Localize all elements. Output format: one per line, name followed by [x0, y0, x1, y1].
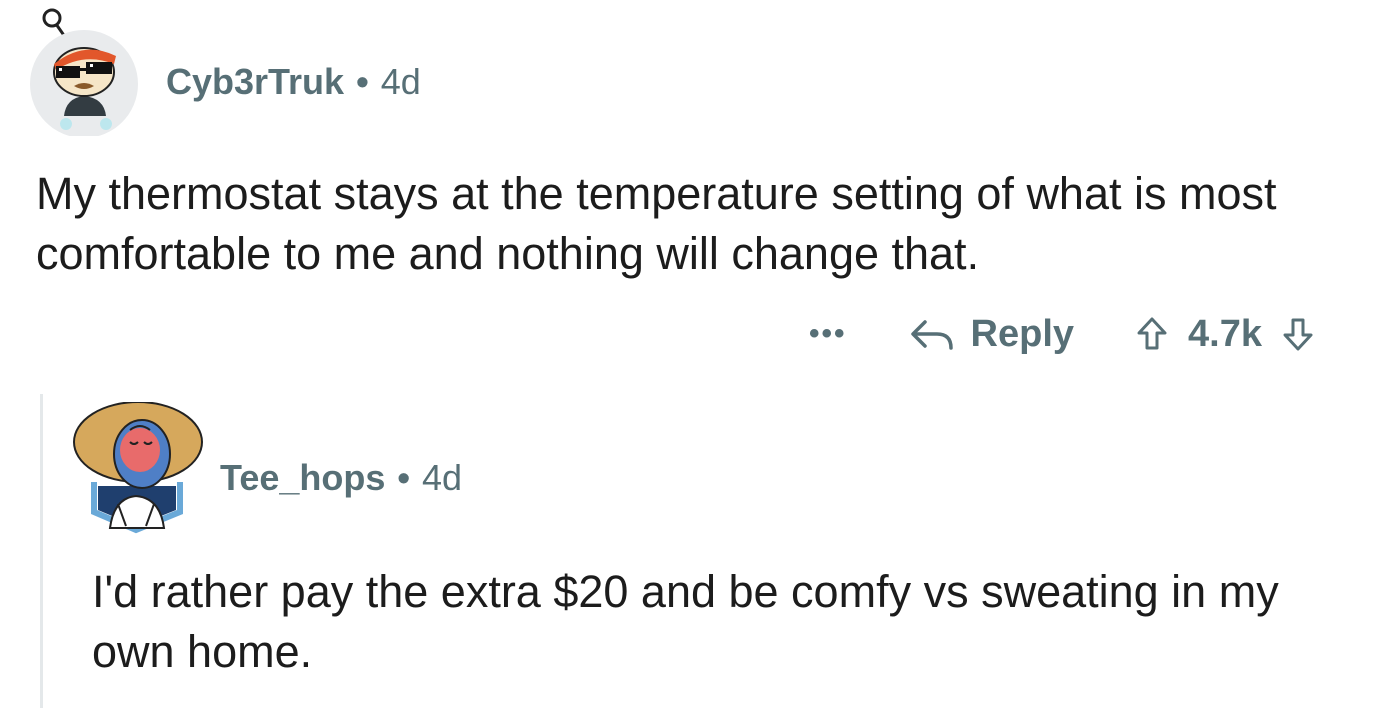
reply-button[interactable]: Reply [907, 313, 1074, 356]
meta-separator: • [397, 457, 410, 498]
snoo-afro-avatar-icon [73, 401, 203, 534]
comment-age: 4d [380, 61, 421, 102]
upvote-icon[interactable] [1136, 316, 1168, 352]
user-avatar[interactable] [70, 401, 206, 536]
comment-body: I'd rather pay the extra $20 and be comf… [92, 566, 1279, 677]
reply-arrow-icon [910, 320, 953, 350]
thread-line[interactable] [40, 394, 43, 708]
user-avatar[interactable] [26, 6, 142, 138]
username[interactable]: Cyb3rTruk [166, 61, 344, 103]
downvote-icon[interactable] [1282, 316, 1314, 352]
comment-body: My thermostat stays at the temperature s… [36, 168, 1277, 279]
comment-actions: ••• Reply 4.7k [809, 304, 1314, 364]
snoo-sunglasses-avatar-icon [30, 8, 138, 138]
meta-separator: • [356, 61, 369, 102]
comment-meta: Cyb3rTruk • 4d [166, 58, 421, 106]
username[interactable]: Tee_hops [220, 457, 385, 499]
reply-label: Reply [970, 312, 1075, 355]
comment-age: 4d [421, 457, 463, 498]
vote-count: 4.7k [1188, 312, 1262, 355]
more-options-button[interactable]: ••• [809, 317, 847, 351]
comment-meta: Tee_hops • 4d [220, 454, 462, 502]
vote-controls: 4.7k [1136, 313, 1314, 356]
comment: Cyb3rTruk • 4d My thermostat stays at th… [0, 0, 1394, 380]
